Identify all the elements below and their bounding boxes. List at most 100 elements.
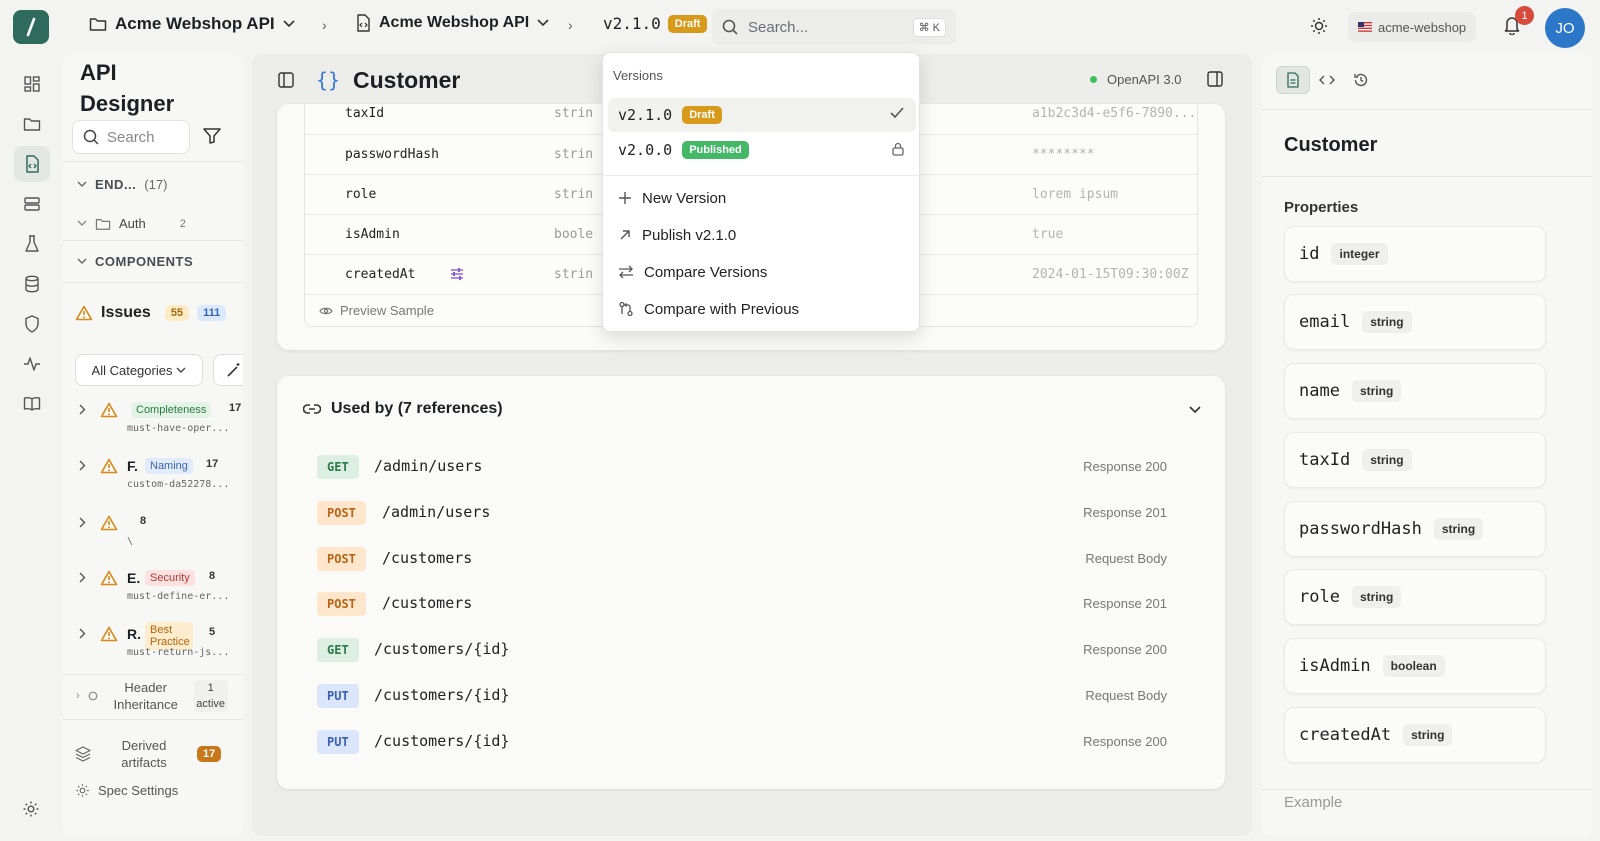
nav-security[interactable] [14, 306, 50, 342]
sidebar-title-line2: Designer [80, 91, 175, 116]
tab-history[interactable] [1344, 66, 1378, 94]
property-card[interactable]: email string [1284, 294, 1546, 350]
chevron-down-icon[interactable] [1189, 406, 1201, 414]
filter-button[interactable] [203, 128, 221, 149]
property-card[interactable]: isAdmin boolean [1284, 638, 1546, 694]
breadcrumb-separator-icon: › [322, 17, 327, 33]
header-inheritance-toggle[interactable]: › Header Inheritance 1 active [76, 679, 228, 713]
sidebar-search-input[interactable]: Search [72, 120, 190, 154]
chevron-down-icon [283, 20, 295, 28]
reference-path: /customers/{id} [374, 640, 510, 658]
components-section-toggle[interactable]: COMPONENTS [77, 254, 193, 269]
sidebar-item-auth[interactable]: Auth 2 [77, 216, 186, 231]
settings-button[interactable] [22, 800, 40, 823]
workspace-selector[interactable]: acme-webshop [1348, 12, 1477, 42]
property-card[interactable]: createdAt string [1284, 707, 1546, 763]
schema-braces-icon: {} [316, 68, 341, 92]
project-selector[interactable]: Acme Webshop API [89, 14, 295, 34]
compare-previous-button[interactable]: Compare with Previous [608, 292, 916, 326]
issues-label: Issues [101, 304, 151, 321]
filter-icon [203, 128, 221, 144]
reference-row[interactable]: GET /admin/users Response 200 [317, 455, 1167, 481]
tab-document[interactable] [1276, 66, 1310, 94]
file-code-icon [357, 14, 370, 32]
nav-docs[interactable] [14, 386, 50, 422]
reference-row[interactable]: POST /admin/users Response 201 [317, 501, 1167, 527]
reference-row[interactable]: PUT /customers/{id} Response 200 [317, 730, 1167, 756]
global-search-placeholder: Search... [748, 18, 809, 36]
warning-icon [100, 626, 118, 642]
nav-testing[interactable] [14, 226, 50, 262]
tab-code[interactable] [1310, 66, 1344, 94]
version-option[interactable]: v2.0.0 Published [608, 133, 916, 167]
version-status-badge: Draft [682, 106, 722, 124]
property-card[interactable]: name string [1284, 363, 1546, 419]
field-name: role [345, 187, 377, 202]
inspector-title: Customer [1284, 134, 1378, 156]
reference-row[interactable]: POST /customers Response 201 [317, 592, 1167, 618]
divider [1262, 176, 1592, 177]
issues-section-toggle[interactable]: Issues 55 111 [75, 304, 227, 322]
global-search[interactable]: Search... ⌘ K [712, 9, 956, 45]
spec-settings-label: Spec Settings [98, 783, 179, 798]
property-card[interactable]: taxId string [1284, 432, 1546, 488]
theme-toggle[interactable] [1310, 17, 1328, 40]
sliders-icon[interactable] [450, 267, 464, 281]
version-number: v2.1.0 [618, 106, 673, 124]
issue-item[interactable]: 8 \ [63, 513, 243, 563]
field-name: taxId [345, 106, 385, 121]
nav-monitoring[interactable] [14, 346, 50, 382]
property-card[interactable]: role string [1284, 569, 1546, 625]
toggle-right-panel-button[interactable] [1207, 71, 1223, 92]
lock-icon [892, 142, 904, 156]
chevron-right-icon [79, 628, 86, 639]
compare-versions-button[interactable]: Compare Versions [608, 255, 916, 289]
openapi-version: OpenAPI 3.0 [1107, 72, 1182, 87]
toggle-sidebar-button[interactable] [278, 72, 294, 93]
used-by-header[interactable]: Used by (7 references) [303, 400, 503, 418]
divider [63, 719, 243, 720]
issue-item[interactable]: F. Naming 17 custom-da52278... [63, 456, 243, 506]
user-avatar[interactable]: JO [1545, 8, 1585, 48]
warning-icon [100, 515, 118, 531]
field-example: ******** [1032, 147, 1095, 162]
project-name: Acme Webshop API [115, 14, 275, 33]
auto-fix-button[interactable] [213, 354, 243, 386]
http-method-badge: POST [317, 592, 366, 616]
nav-database[interactable] [14, 266, 50, 302]
version-option-current[interactable]: v2.1.0 Draft [608, 98, 916, 132]
issue-count: 8 [140, 515, 147, 527]
nav-api-designer[interactable] [14, 146, 50, 182]
divider [63, 674, 243, 675]
nav-projects[interactable] [14, 106, 50, 142]
reference-row[interactable]: GET /customers/{id} Response 200 [317, 638, 1167, 664]
property-card[interactable]: id integer [1284, 226, 1546, 282]
reference-location: Response 200 [1083, 642, 1167, 657]
search-shortcut: ⌘ K [912, 17, 946, 37]
new-version-button[interactable]: New Version [608, 181, 916, 215]
spec-selector[interactable]: Acme Webshop API [355, 14, 549, 32]
reference-row[interactable]: PUT /customers/{id} Request Body [317, 684, 1167, 710]
app-logo[interactable] [13, 10, 49, 44]
issue-item[interactable]: E. Security 8 must-define-er... [63, 568, 243, 618]
schema-title: Customer [353, 67, 461, 93]
issue-item[interactable]: Completeness 17 must-have-oper... [63, 400, 243, 450]
search-icon [83, 129, 99, 145]
nav-rail [14, 66, 50, 426]
spec-settings-button[interactable]: Spec Settings [75, 783, 178, 798]
category-filter-dropdown[interactable]: All Categories [75, 354, 203, 386]
nav-dashboard[interactable] [14, 66, 50, 102]
http-method-badge: GET [317, 455, 359, 479]
field-type: strin [554, 267, 594, 282]
nav-servers[interactable] [14, 186, 50, 222]
issue-item[interactable]: R. Best Practice 5 must-return-js... [63, 622, 243, 674]
version-selector[interactable]: v2.1.0 Draft [603, 14, 708, 33]
reference-row[interactable]: POST /customers Request Body [317, 547, 1167, 573]
spec-name: Acme Webshop API [379, 14, 530, 31]
chevron-right-icon [79, 404, 86, 415]
endpoints-section-toggle[interactable]: END... (17) [77, 177, 167, 192]
derived-artifacts-button[interactable]: Derived artifacts 17 [75, 737, 222, 771]
publish-version-button[interactable]: Publish v2.1.0 [608, 218, 916, 252]
property-card[interactable]: passwordHash string [1284, 501, 1546, 557]
issue-rule: custom-da52278... [127, 479, 230, 490]
